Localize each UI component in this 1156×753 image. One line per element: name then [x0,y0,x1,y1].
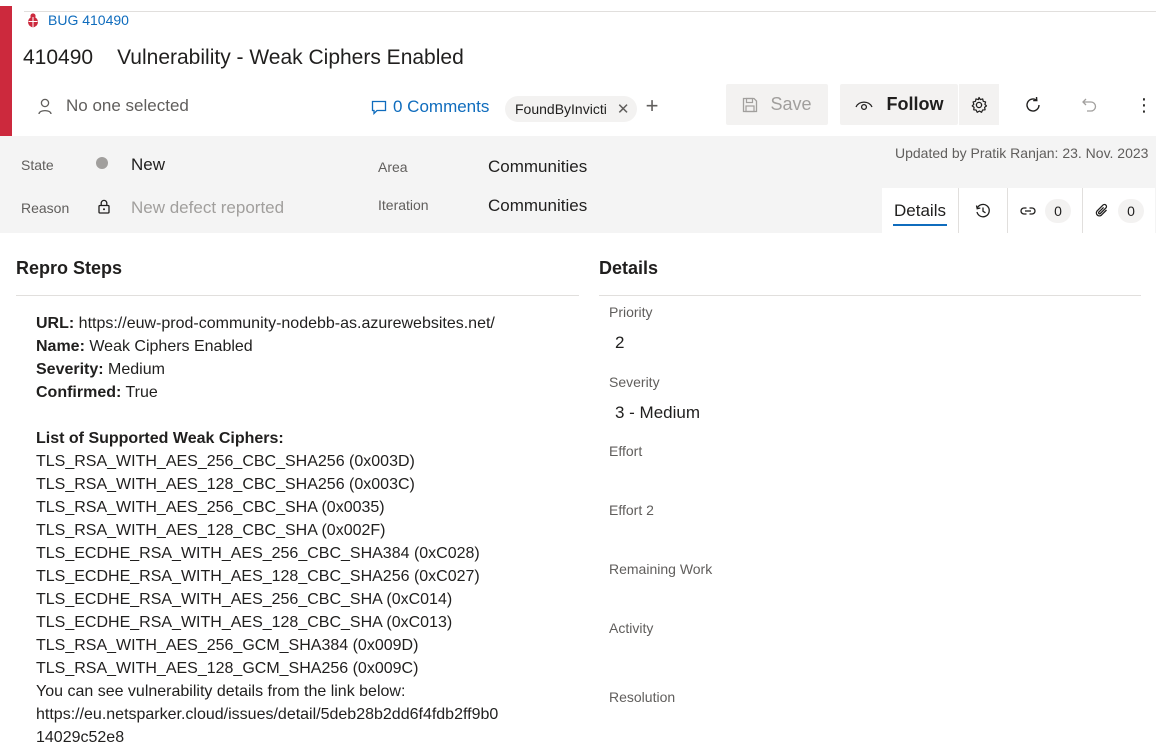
comments-link[interactable]: 0 Comments [371,97,489,117]
close-icon[interactable]: ✕ [617,102,630,117]
reason-label: Reason [21,200,70,216]
state-indicator [96,157,108,169]
cipher-item: TLS_RSA_WITH_AES_256_GCM_SHA384 (0x009D) [36,637,419,654]
refresh-icon [1024,96,1042,114]
work-item-type-label: BUG 410490 [48,12,129,28]
work-item-title[interactable]: Vulnerability - Weak Ciphers Enabled [117,46,464,70]
priority-label: Priority [609,304,653,320]
follow-button[interactable]: Follow [840,84,958,125]
assignee-picker[interactable]: No one selected [38,96,189,116]
cipher-list-title: List of Supported Weak Ciphers: [36,430,284,447]
confirmed-line: Confirmed: True [36,381,576,404]
history-icon [975,203,991,219]
undo-button[interactable] [1076,92,1102,118]
link-icon [1019,205,1037,217]
lock-icon [98,199,110,214]
iteration-value[interactable]: Communities [488,196,587,216]
confirmed-label: Confirmed: [36,384,122,401]
details-divider [599,295,1141,296]
paperclip-icon [1094,203,1110,219]
more-icon: ⋮ [1135,94,1153,115]
name-value: Weak Ciphers Enabled [84,338,253,355]
cipher-item: TLS_ECDHE_RSA_WITH_AES_256_CBC_SHA384 (0… [36,545,480,562]
severity-field-label: Severity [609,374,660,390]
cipher-item: TLS_ECDHE_RSA_WITH_AES_256_CBC_SHA (0xC0… [36,591,453,608]
work-item-type[interactable]: BUG 410490 [26,12,129,28]
comment-icon [371,100,387,115]
repro-steps-body[interactable]: URL: https://euw-prod-community-nodebb-a… [36,312,576,749]
details-title: Details [599,258,659,278]
work-item-header: BUG 410490 410490 Vulnerability - Weak C… [0,6,1156,136]
attachments-count-badge: 0 [1118,198,1144,223]
iteration-label: Iteration [378,197,429,213]
tab-strip: Details 0 0 [882,188,1155,233]
cipher-item: TLS_RSA_WITH_AES_128_CBC_SHA (0x002F) [36,522,386,539]
severity-field-value[interactable]: 3 - Medium [615,403,700,423]
person-icon [38,98,52,115]
top-divider [24,11,1156,12]
repro-steps-title: Repro Steps [16,258,123,278]
assignee-value: No one selected [66,96,189,115]
tag-label: FoundByInvicti [515,101,607,117]
add-tag-button[interactable]: + [641,95,663,117]
updated-info[interactable]: Updated by Pratik Ranjan: 23. Nov. 2023 [895,145,1148,161]
save-icon [742,97,758,113]
work-item-id: 410490 [23,46,94,69]
work-item-page: BUG 410490 410490 Vulnerability - Weak C… [0,0,1156,753]
save-button[interactable]: Save [726,84,828,125]
active-tab-indicator [893,224,947,226]
reason-value[interactable]: New defect reported [131,198,284,218]
remaining-work-label: Remaining Work [609,561,713,577]
tag-chip[interactable]: FoundByInvicti ✕ [505,96,638,122]
area-value[interactable]: Communities [488,157,587,177]
fields-bar: State New Reason New defect reported Are… [0,136,1156,233]
state-label: State [21,157,54,173]
confirmed-value: True [121,384,158,401]
settings-button[interactable] [959,84,999,125]
undo-icon [1080,96,1098,114]
cipher-item: TLS_ECDHE_RSA_WITH_AES_128_CBC_SHA (0xC0… [36,614,453,631]
tab-attachments[interactable]: 0 [1083,188,1155,233]
effort-label: Effort [609,443,643,459]
cipher-item: TLS_RSA_WITH_AES_128_CBC_SHA256 (0x003C) [36,476,415,493]
url-label: URL: [36,315,75,332]
cipher-item: TLS_RSA_WITH_AES_256_CBC_SHA256 (0x003D) [36,453,415,470]
url-line: URL: https://euw-prod-community-nodebb-a… [36,312,576,335]
repro-steps-divider [16,295,579,296]
name-label: Name: [36,338,85,355]
eye-icon [854,99,873,111]
severity-label: Severity: [36,361,104,378]
tab-details[interactable]: Details [882,188,959,233]
resolution-label: Resolution [609,689,676,705]
title-row: 410490 Vulnerability - Weak Ciphers Enab… [23,46,464,70]
cipher-item: TLS_ECDHE_RSA_WITH_AES_128_CBC_SHA256 (0… [36,568,480,585]
refresh-button[interactable] [1020,92,1046,118]
severity-line: Severity: Medium [36,358,576,381]
details-link-line-1[interactable]: https://eu.netsparker.cloud/issues/detai… [36,703,576,726]
save-label: Save [770,94,812,114]
gear-icon [970,96,988,114]
follow-label: Follow [886,94,944,114]
bug-icon [26,12,40,28]
links-count-badge: 0 [1045,198,1071,223]
tab-links[interactable]: 0 [1008,188,1083,233]
effort2-label: Effort 2 [609,502,654,518]
tab-details-label: Details [894,200,946,220]
link-intro: You can see vulnerability details from t… [36,683,406,700]
activity-label: Activity [609,620,654,636]
severity-value: Medium [103,361,165,378]
comments-count: 0 Comments [393,97,490,116]
tab-history[interactable] [959,188,1008,233]
state-value[interactable]: New [131,155,165,175]
priority-value[interactable]: 2 [615,333,624,353]
cipher-list-title-line: List of Supported Weak Ciphers: [36,427,576,450]
name-line: Name: Weak Ciphers Enabled [36,335,576,358]
cipher-item: TLS_RSA_WITH_AES_256_CBC_SHA (0x0035) [36,499,385,516]
more-actions-button[interactable]: ⋮ [1134,92,1154,118]
url-value: https://euw-prod-community-nodebb-as.azu… [74,315,495,332]
cipher-item: TLS_RSA_WITH_AES_128_GCM_SHA256 (0x009C) [36,660,419,677]
details-link-line-2[interactable]: 14029c52e8 [36,726,576,749]
area-label: Area [378,159,408,175]
